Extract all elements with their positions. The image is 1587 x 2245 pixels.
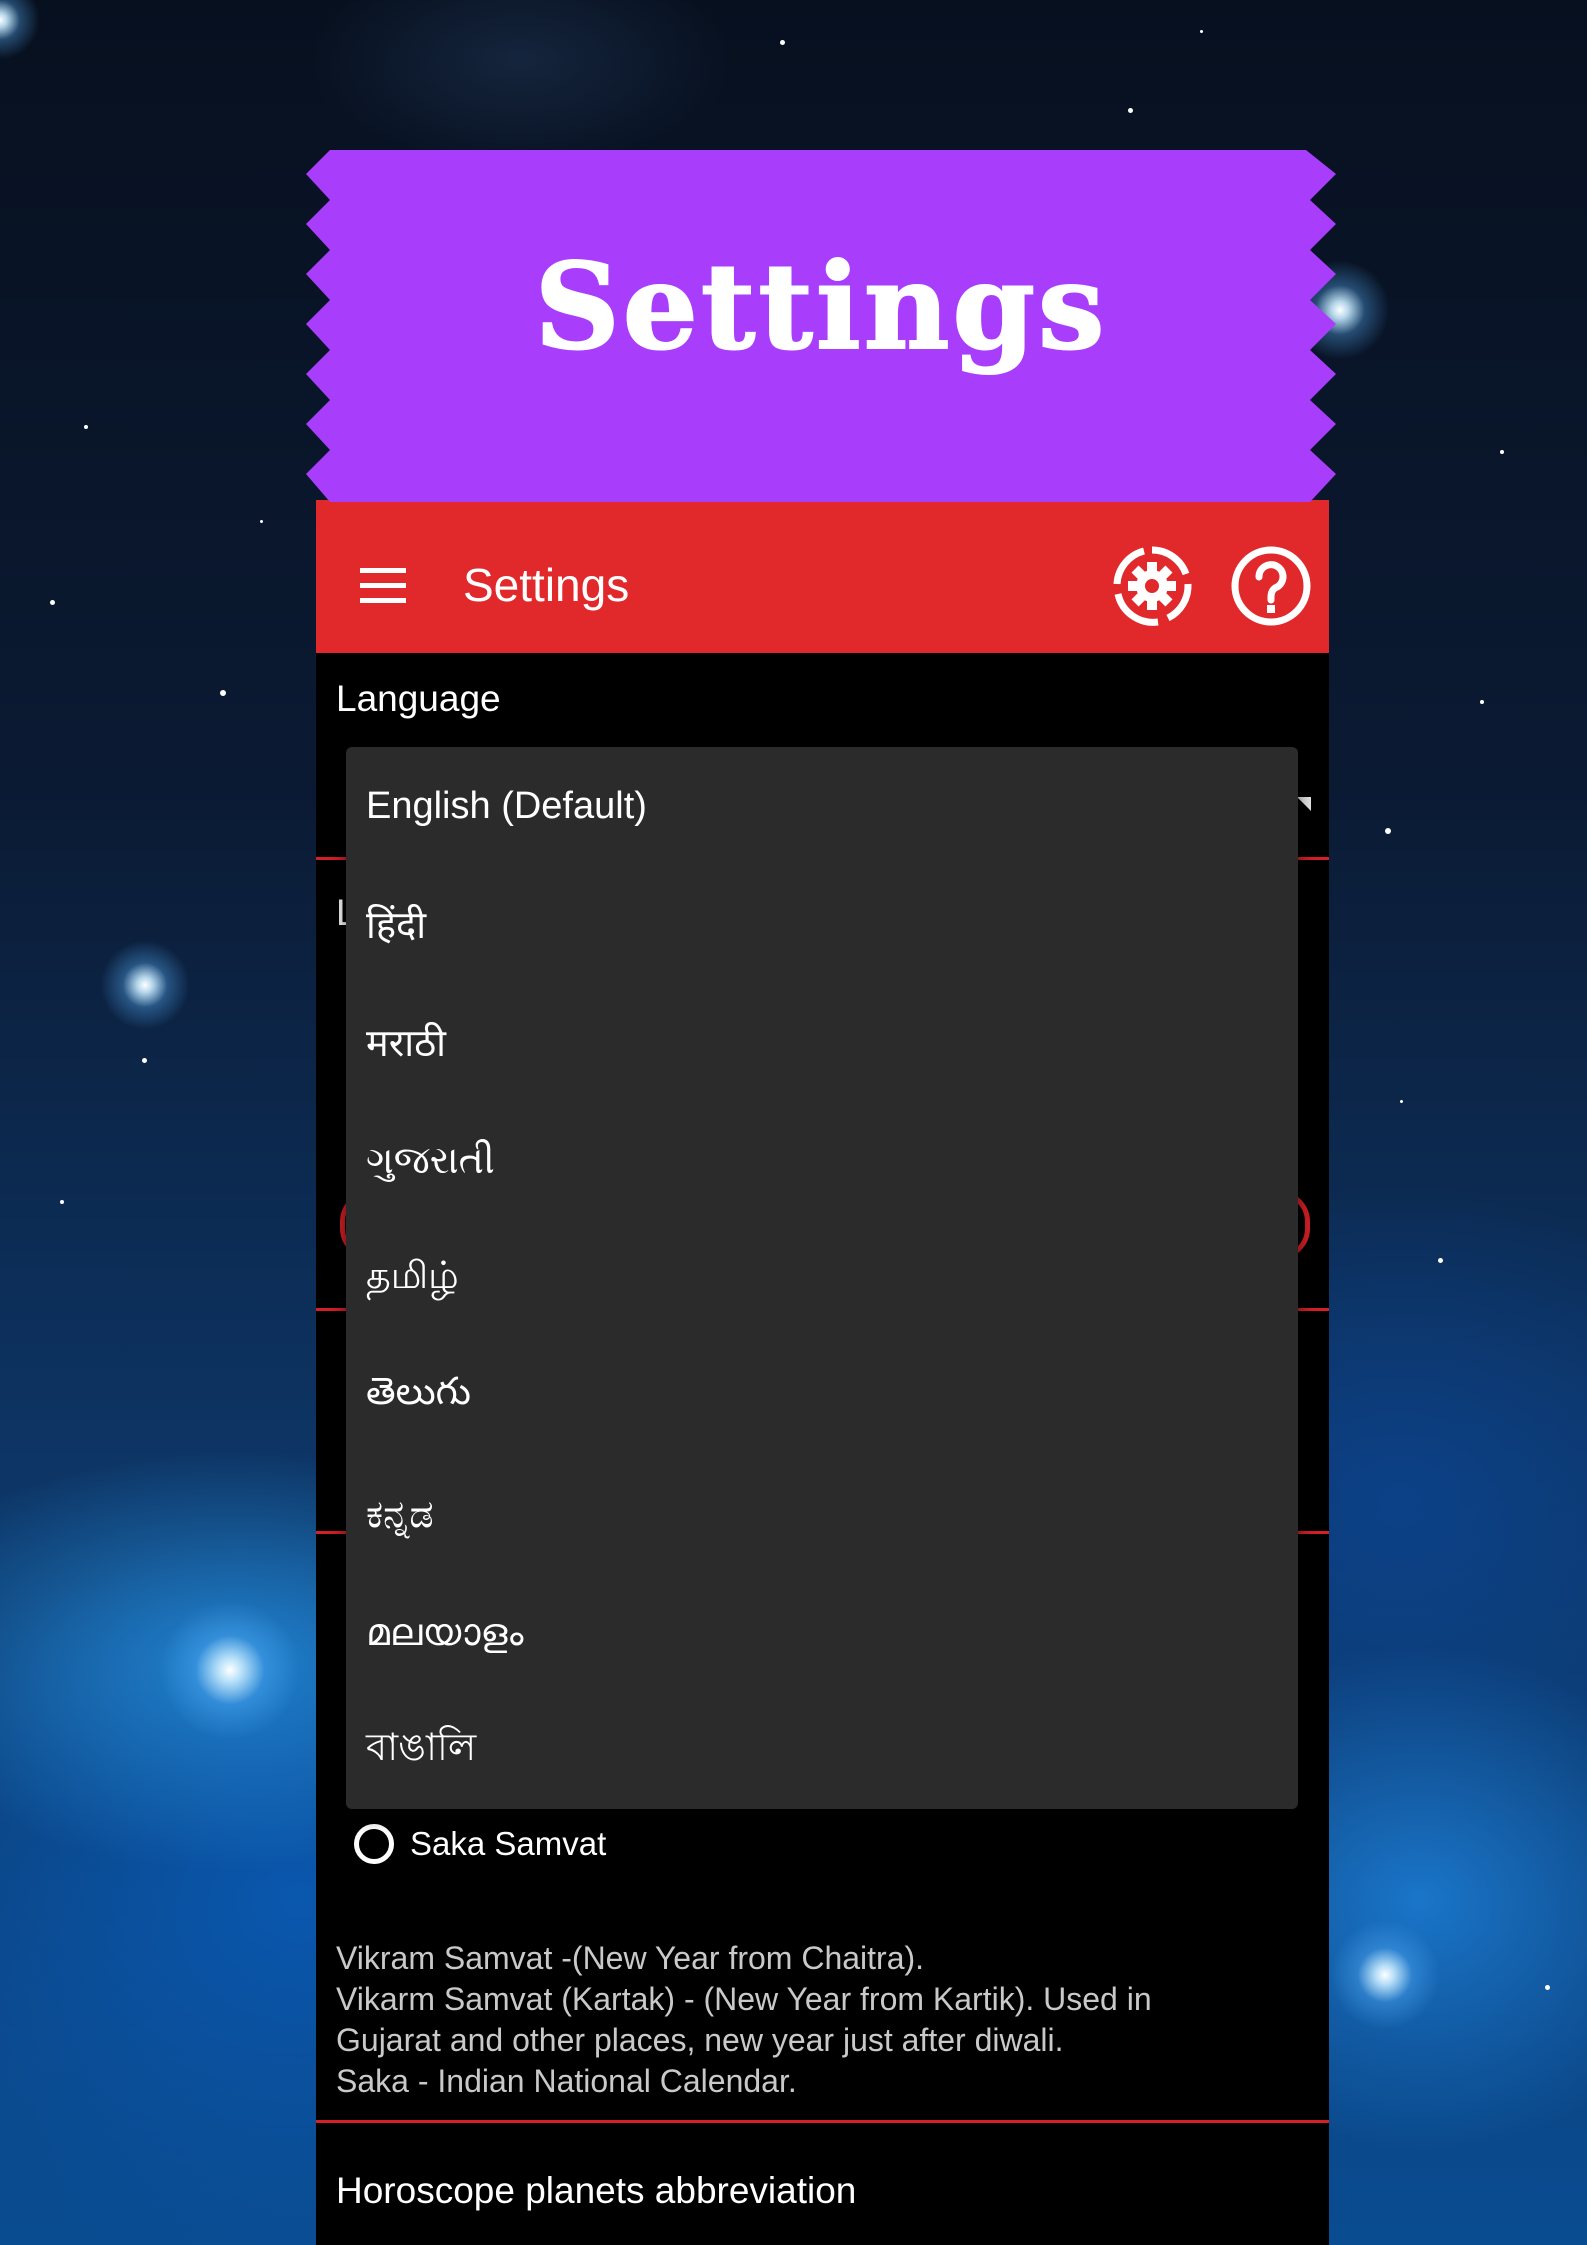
star: [1128, 108, 1133, 113]
language-option[interactable]: English (Default): [346, 747, 1298, 865]
description-line: Saka - Indian National Calendar.: [336, 2063, 797, 2099]
star: [50, 600, 55, 605]
star: [84, 425, 88, 429]
settings-banner: Settings: [306, 150, 1336, 502]
star: [1500, 450, 1504, 454]
star: [1330, 1920, 1440, 2030]
language-option[interactable]: తెలుగు: [346, 1337, 1298, 1455]
radio-saka-samvat[interactable]: Saka Samvat: [354, 1824, 606, 1864]
help-button[interactable]: [1229, 544, 1313, 628]
gear-icon: [1113, 546, 1192, 626]
language-option[interactable]: বাঙালি: [346, 1691, 1298, 1809]
star: [1400, 1100, 1403, 1103]
menu-icon[interactable]: [360, 568, 406, 604]
star: [260, 520, 263, 523]
banner-title: Settings: [534, 236, 1108, 377]
star: [60, 1200, 64, 1204]
description-line: Vikram Samvat -(New Year from Chaitra).: [336, 1940, 925, 1976]
radio-label: Saka Samvat: [410, 1825, 607, 1862]
description-line: Vikarm Samvat (Kartak) - (New Year from …: [336, 1981, 1152, 2017]
star: [142, 1058, 147, 1063]
calendar-description: Vikram Samvat -(New Year from Chaitra). …: [336, 1938, 1152, 2102]
star: [1385, 828, 1391, 834]
star: [1438, 1258, 1443, 1263]
language-dropdown-menu: English (Default) हिंदी मराठी ગુજરાતી தம…: [346, 747, 1298, 1809]
star: [1480, 700, 1484, 704]
language-label: Language: [336, 678, 501, 719]
divider: [316, 2120, 1329, 2123]
language-option[interactable]: हिंदी: [346, 865, 1298, 983]
star: [1200, 30, 1203, 33]
horoscope-abbreviation-label: Horoscope planets abbreviation: [336, 2170, 857, 2211]
radio-button[interactable]: [354, 1824, 394, 1864]
language-option[interactable]: മലയാളം: [346, 1573, 1298, 1691]
description-line: Gujarat and other places, new year just …: [336, 2022, 1064, 2058]
star: [780, 40, 785, 45]
star: [0, 0, 40, 60]
app-bar-title: Settings: [463, 559, 630, 611]
star: [100, 940, 190, 1030]
app-bar: Settings: [316, 500, 1329, 653]
help-icon: [1231, 546, 1311, 626]
language-option[interactable]: ಕನ್ನಡ: [346, 1455, 1298, 1573]
star: [220, 690, 226, 696]
language-option[interactable]: मराठी: [346, 983, 1298, 1101]
star: [160, 1600, 300, 1740]
settings-button[interactable]: [1110, 544, 1194, 628]
star: [1545, 1985, 1550, 1990]
language-option[interactable]: தமிழ்: [346, 1219, 1298, 1337]
dropdown-arrow-icon[interactable]: [1297, 797, 1311, 811]
language-option[interactable]: ગુજરાતી: [346, 1101, 1298, 1219]
